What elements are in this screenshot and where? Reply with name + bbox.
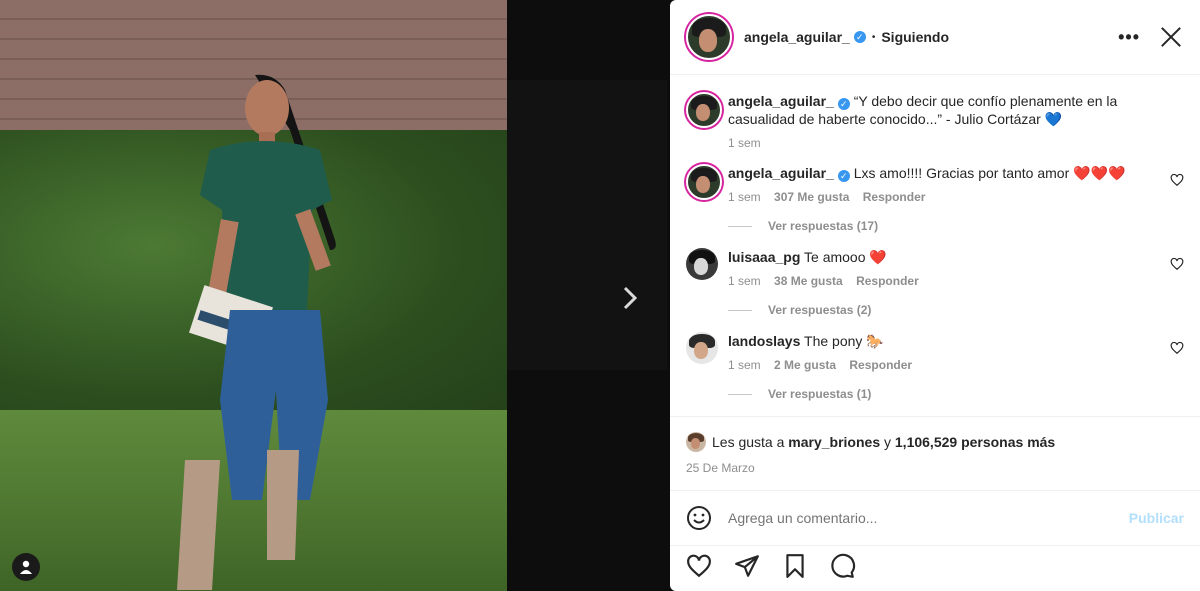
post-photo[interactable] (0, 0, 507, 591)
timestamp[interactable]: 1 sem (728, 190, 761, 204)
view-replies-button[interactable]: Ver respuestas (1) (728, 387, 871, 401)
post-username[interactable]: angela_aguilar_ (744, 29, 850, 45)
comment-body: Te amooo ❤️ (804, 249, 887, 265)
chevron-right-icon[interactable] (616, 284, 644, 312)
timestamp[interactable]: 1 sem (728, 274, 761, 288)
timestamp[interactable]: 1 sem (728, 136, 761, 150)
close-icon[interactable] (1158, 24, 1184, 50)
comment-meta: 1 sem 38 Me gusta Responder (728, 274, 929, 288)
post-actions (686, 553, 856, 579)
comment-input[interactable] (726, 509, 1129, 527)
comment-username[interactable]: landoslays (728, 333, 800, 349)
caption-text: angela_aguilar_ ✓ “Y debo decir que confí… (728, 92, 1144, 128)
avatar[interactable] (686, 432, 706, 452)
more-options-icon[interactable]: ••• (1118, 27, 1140, 48)
comment-text: luisaaa_pg Te amooo ❤️ (728, 248, 1144, 266)
save-icon[interactable] (782, 553, 808, 579)
avatar[interactable] (686, 92, 722, 128)
comment-icon[interactable] (830, 553, 856, 579)
share-icon[interactable] (734, 553, 760, 579)
reply-button[interactable]: Responder (863, 190, 926, 204)
post-comment-button[interactable]: Publicar (1129, 510, 1184, 526)
emoji-icon[interactable] (686, 505, 712, 531)
avatar[interactable] (686, 332, 718, 364)
avatar[interactable] (686, 248, 718, 280)
likes-user-link[interactable]: mary_briones (788, 434, 880, 450)
comment-likes[interactable]: 307 Me gusta (774, 190, 849, 204)
verified-badge-icon: ✓ (837, 98, 850, 110)
caption-meta: 1 sem (728, 136, 771, 150)
comments-list[interactable]: angela_aguilar_ ✓ “Y debo decir que confí… (670, 76, 1200, 417)
follow-status-button[interactable]: Siguiendo (881, 29, 949, 45)
avatar[interactable] (686, 14, 732, 60)
post-detail-panel: angela_aguilar_ ✓ • Siguiendo ••• angela… (670, 0, 1200, 591)
like-comment-icon[interactable] (1170, 257, 1184, 271)
view-replies-button[interactable]: Ver respuestas (2) (728, 303, 871, 317)
likes-count-link[interactable]: 1,106,529 personas más (895, 434, 1055, 450)
view-replies-button[interactable]: Ver respuestas (17) (728, 219, 878, 233)
comment-meta: 1 sem 307 Me gusta Responder (728, 190, 935, 204)
timestamp[interactable]: 1 sem (728, 358, 761, 372)
verified-badge-icon: ✓ (853, 31, 866, 43)
carousel-backdrop (507, 0, 670, 591)
caption-username[interactable]: angela_aguilar_ (728, 93, 834, 109)
woman-figure (177, 74, 336, 590)
like-comment-icon[interactable] (1170, 341, 1184, 355)
comment-username[interactable]: angela_aguilar_ (728, 165, 834, 181)
post-header: angela_aguilar_ ✓ • Siguiendo ••• (670, 0, 1200, 75)
add-comment-bar: Publicar (670, 490, 1200, 546)
comment-body: Lxs amo!!!! Gracias por tanto amor ❤️❤️❤… (853, 165, 1126, 181)
comment-body: The pony 🐎 (804, 333, 884, 349)
separator-dot: • (871, 31, 876, 43)
likes-conjunction: y (884, 434, 891, 450)
comment-likes[interactable]: 2 Me gusta (774, 358, 836, 372)
post-date[interactable]: 25 De Marzo (686, 461, 755, 475)
like-icon[interactable] (686, 553, 712, 579)
comment-username[interactable]: luisaaa_pg (728, 249, 800, 265)
reply-button[interactable]: Responder (856, 274, 919, 288)
likes-prefix: Les gusta a (712, 434, 785, 450)
comment-text: angela_aguilar_ ✓ Lxs amo!!!! Gracias por… (728, 164, 1144, 182)
likes-summary: Les gusta a mary_briones y 1,106,529 per… (686, 432, 1055, 452)
comment-likes[interactable]: 38 Me gusta (774, 274, 843, 288)
like-comment-icon[interactable] (1170, 173, 1184, 187)
reply-button[interactable]: Responder (849, 358, 912, 372)
comment-meta: 1 sem 2 Me gusta Responder (728, 358, 922, 372)
avatar[interactable] (686, 164, 722, 200)
comment-text: landoslays The pony 🐎 (728, 332, 1144, 350)
account-icon[interactable] (12, 553, 40, 581)
verified-badge-icon: ✓ (837, 170, 850, 182)
